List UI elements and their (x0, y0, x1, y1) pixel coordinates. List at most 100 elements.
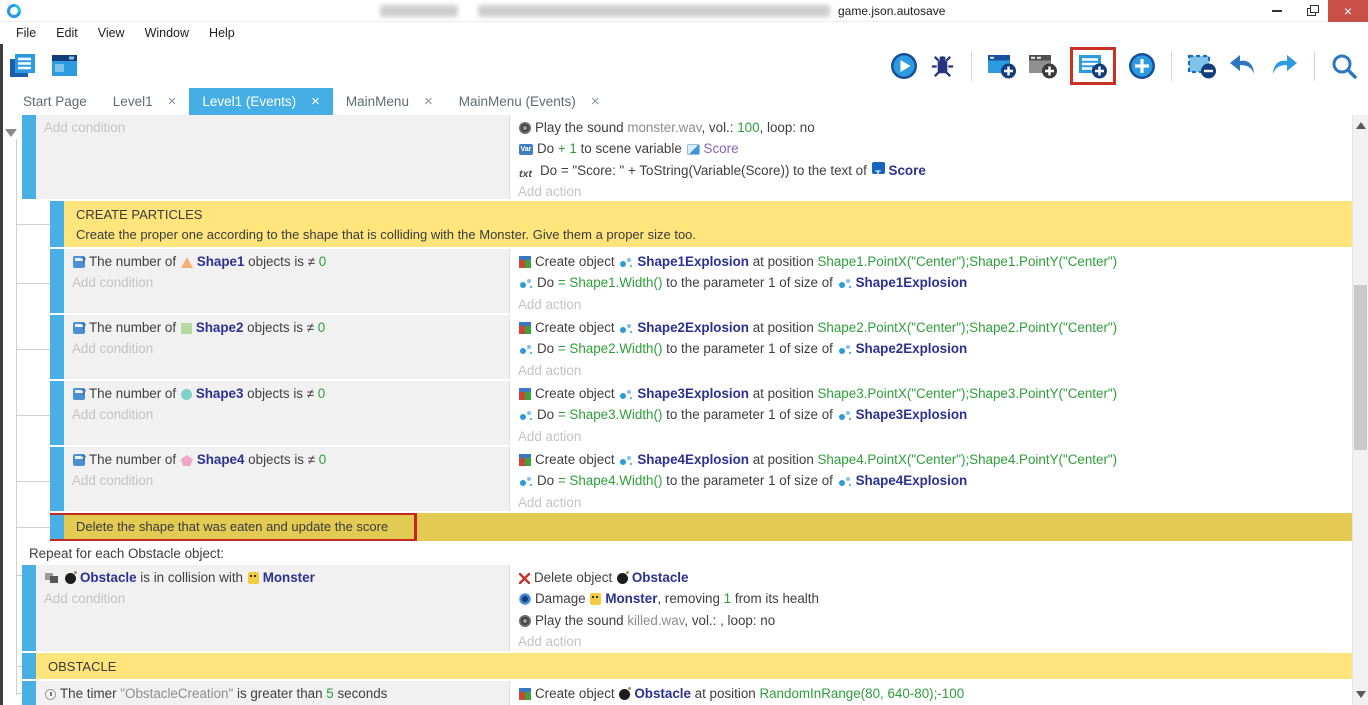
conditions-cell[interactable]: The number of Shape2 objects is ≠ 0Add c… (64, 315, 510, 379)
condition-line[interactable]: The number of Shape4 objects is ≠ 0 (72, 449, 509, 470)
tab-close-icon[interactable]: × (424, 94, 433, 109)
collapse-arrow-icon[interactable] (5, 129, 17, 137)
action-line[interactable]: Do = Shape1.Width() to the parameter 1 o… (518, 272, 1352, 293)
action-line[interactable]: Damage Monster, removing 1 from its heal… (518, 588, 1352, 609)
add-action-link[interactable]: Add action (518, 181, 1352, 199)
create-object-icon (519, 388, 531, 400)
add-new-icon[interactable] (1128, 52, 1156, 80)
add-condition-link[interactable]: Add condition (44, 588, 509, 609)
search-icon[interactable] (1330, 52, 1358, 80)
create-object-icon (519, 256, 531, 268)
event-row[interactable]: The number of Shape2 objects is ≠ 0Add c… (50, 315, 1352, 379)
seg-expr: 0 (319, 452, 326, 467)
scrollbar-thumb[interactable] (1354, 285, 1367, 450)
seg-text: to the parameter 1 of size of (662, 473, 836, 488)
add-action-link[interactable]: Add action (518, 294, 1352, 313)
menu-window[interactable]: Window (135, 22, 199, 44)
action-line[interactable]: Create object Obstacle at position Rando… (518, 683, 1352, 704)
tab-close-icon[interactable]: × (168, 94, 177, 109)
foreach-header[interactable]: Repeat for each Obstacle object: (22, 543, 1352, 565)
conditions-cell[interactable]: Add condition (36, 115, 510, 199)
event-row[interactable]: Add condition Play the sound monster.wav,… (22, 115, 1352, 199)
actions-cell[interactable]: Create object Shape2Explosion at positio… (510, 315, 1352, 379)
particles-icon (619, 256, 633, 268)
conditions-cell[interactable]: The number of Shape1 objects is ≠ 0Add c… (64, 249, 510, 313)
tab-mainmenu-events-[interactable]: MainMenu (Events)× (446, 88, 613, 115)
action-line[interactable]: Do = Shape2.Width() to the parameter 1 o… (518, 338, 1352, 359)
tab-level1[interactable]: Level1× (100, 88, 190, 115)
add-condition-link[interactable]: Add condition (72, 470, 509, 491)
particles-icon (519, 343, 533, 355)
add-action-link[interactable]: Add action (518, 360, 1352, 379)
redo-icon[interactable] (1269, 53, 1299, 79)
add-external-layout-icon[interactable] (1028, 52, 1058, 80)
add-condition-link[interactable]: Add condition (72, 272, 509, 293)
play-icon[interactable] (890, 52, 918, 80)
add-condition-link[interactable]: Add condition (44, 117, 509, 138)
condition-line[interactable]: The number of Shape3 objects is ≠ 0 (72, 383, 509, 404)
event-row[interactable]: The number of Shape1 objects is ≠ 0Add c… (50, 249, 1352, 313)
maximize-icon[interactable] (1294, 0, 1328, 22)
event-row[interactable]: The number of Shape4 objects is ≠ 0Add c… (50, 447, 1352, 511)
scroll-up-icon[interactable] (1356, 122, 1366, 129)
condition-line[interactable]: Obstacle is in collision with Monster (44, 567, 509, 588)
action-line[interactable]: Create object Shape1Explosion at positio… (518, 251, 1352, 272)
add-condition-link[interactable]: Add condition (72, 338, 509, 359)
add-external-events-icon[interactable] (1078, 52, 1108, 80)
action-line[interactable]: Create object Shape4Explosion at positio… (518, 449, 1352, 470)
action-line[interactable]: Do = "Score: " + ToString(Variable(Score… (518, 160, 1352, 181)
scene-editor-icon[interactable] (50, 52, 80, 80)
add-condition-link[interactable]: Add condition (72, 404, 509, 425)
remove-selection-icon[interactable] (1187, 52, 1217, 80)
menu-edit[interactable]: Edit (46, 22, 88, 44)
seg-expr: Shape4.PointX("Center");Shape4.PointY("C… (817, 452, 1117, 467)
actions-cell[interactable]: Play the sound monster.wav, vol.: 100, l… (510, 115, 1352, 199)
menu-view[interactable]: View (88, 22, 135, 44)
action-line[interactable]: Play the sound monster.wav, vol.: 100, l… (518, 117, 1352, 138)
comment-row[interactable]: Delete the shape that was eaten and upda… (50, 513, 1352, 541)
action-line[interactable]: Do = Shape4.Width() to the parameter 1 o… (518, 470, 1352, 491)
actions-cell[interactable]: Create object Shape3Explosion at positio… (510, 381, 1352, 445)
seg-text: is in collision with (137, 570, 247, 585)
project-manager-icon[interactable] (8, 51, 38, 81)
tab-close-icon[interactable]: × (591, 94, 600, 109)
add-action-link[interactable]: Add action (518, 631, 1352, 651)
condition-line[interactable]: The number of Shape1 objects is ≠ 0 (72, 251, 509, 272)
condition-line[interactable]: The number of Shape2 objects is ≠ 0 (72, 317, 509, 338)
foreach-event-row[interactable]: Repeat for each Obstacle object:Obstacle… (22, 543, 1352, 651)
actions-cell[interactable]: Create object Obstacle at position Rando… (510, 681, 1352, 705)
tab-start-page[interactable]: Start Page (10, 88, 100, 115)
minimize-icon[interactable] (1260, 0, 1294, 22)
event-row[interactable]: The number of Shape3 objects is ≠ 0Add c… (50, 381, 1352, 445)
action-line[interactable]: Do + 1 to scene variable Score (518, 138, 1352, 159)
action-line[interactable]: Do = Shape3.Width() to the parameter 1 o… (518, 404, 1352, 425)
conditions-cell[interactable]: The timer "ObstacleCreation" is greater … (36, 681, 510, 705)
add-action-link[interactable]: Add action (518, 492, 1352, 511)
actions-cell[interactable]: Create object Shape4Explosion at positio… (510, 447, 1352, 511)
tab-level1-events-[interactable]: Level1 (Events)× (189, 88, 333, 115)
comment-row[interactable]: OBSTACLE (22, 653, 1352, 679)
menu-help[interactable]: Help (199, 22, 245, 44)
menu-file[interactable]: File (6, 22, 46, 44)
event-row[interactable]: The timer "ObstacleCreation" is greater … (22, 681, 1352, 705)
add-scene-icon[interactable] (987, 52, 1017, 80)
actions-cell[interactable]: Create object Shape1Explosion at positio… (510, 249, 1352, 313)
condition-line[interactable]: The timer "ObstacleCreation" is greater … (44, 683, 509, 704)
conditions-cell[interactable]: The number of Shape3 objects is ≠ 0Add c… (64, 381, 510, 445)
undo-icon[interactable] (1228, 53, 1258, 79)
add-action-link[interactable]: Add action (518, 426, 1352, 445)
action-line[interactable]: Play the sound killed.wav, vol.: , loop:… (518, 610, 1352, 631)
comment-row[interactable]: CREATE PARTICLESCreate the proper one ac… (50, 201, 1352, 247)
close-icon[interactable]: × (1328, 0, 1368, 22)
action-line[interactable]: Create object Shape3Explosion at positio… (518, 383, 1352, 404)
conditions-cell[interactable]: The number of Shape4 objects is ≠ 0Add c… (64, 447, 510, 511)
scroll-down-icon[interactable] (1356, 691, 1366, 698)
vertical-scrollbar[interactable] (1352, 115, 1368, 705)
action-line[interactable]: Create object Shape2Explosion at positio… (518, 317, 1352, 338)
tab-close-icon[interactable]: × (311, 94, 320, 109)
conditions-cell[interactable]: Obstacle is in collision with MonsterAdd… (36, 565, 510, 651)
tab-mainmenu[interactable]: MainMenu× (333, 88, 446, 115)
actions-cell[interactable]: Delete object ObstacleDamage Monster, re… (510, 565, 1352, 651)
debug-icon[interactable] (929, 53, 956, 80)
action-line[interactable]: Delete object Obstacle (518, 567, 1352, 588)
